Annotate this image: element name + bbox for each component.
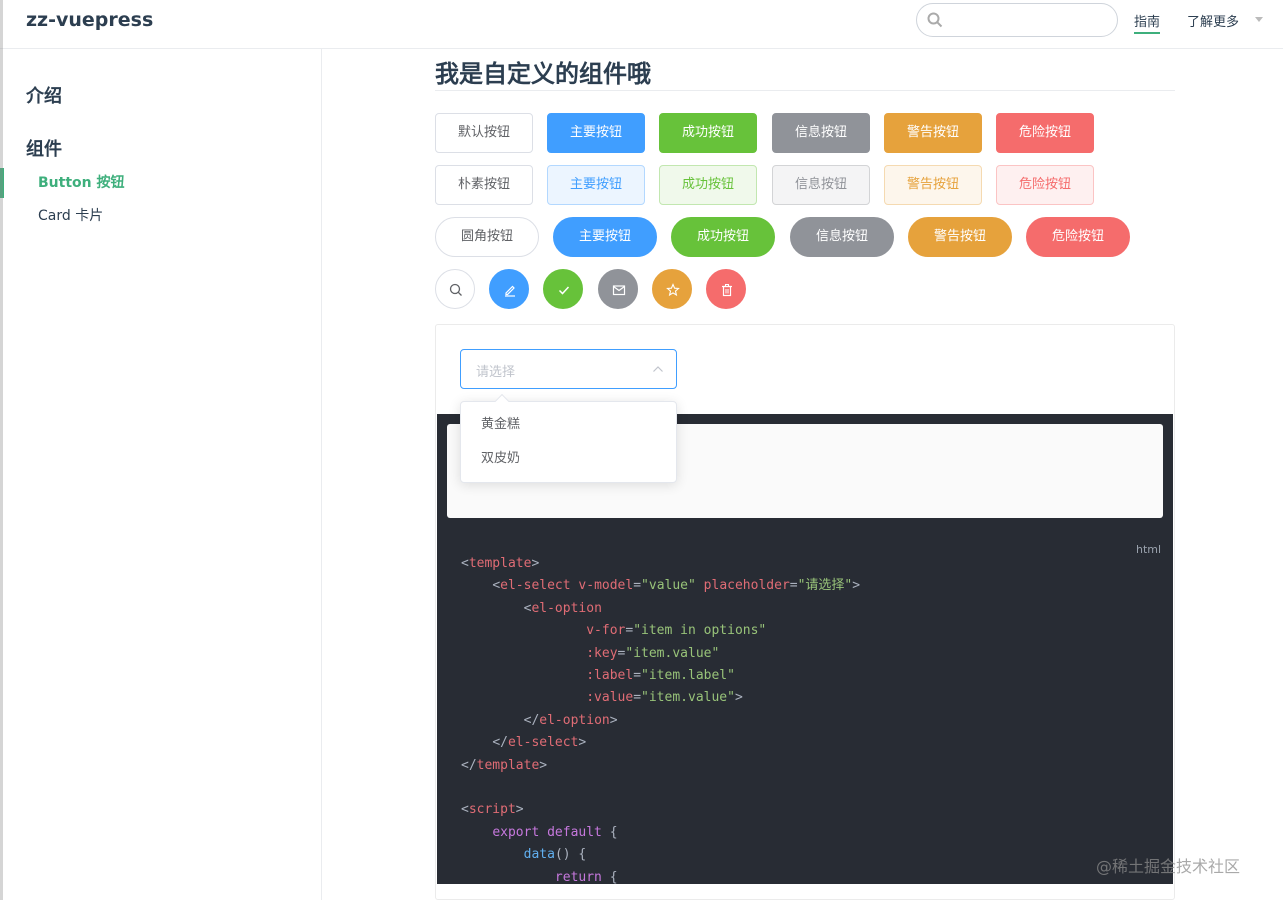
- code-line: :label="item.label": [586, 668, 735, 684]
- plain-info-button[interactable]: 信息按钮: [772, 165, 870, 205]
- site-name[interactable]: zz-vuepress: [26, 9, 153, 31]
- circle-check-button[interactable]: [543, 269, 583, 309]
- chevron-up-icon: [653, 366, 663, 372]
- sidebar-item-button[interactable]: Button 按钮: [0, 168, 320, 198]
- search-input[interactable]: [916, 3, 1118, 37]
- message-icon: [612, 285, 626, 296]
- navbar: zz-vuepress 指南 了解更多: [0, 0, 1283, 49]
- code-line: :value="item.value">: [586, 690, 743, 706]
- round-primary-button[interactable]: 主要按钮: [553, 217, 657, 257]
- circle-star-button[interactable]: [652, 269, 692, 309]
- primary-button[interactable]: 主要按钮: [547, 113, 645, 153]
- code-line: return {: [554, 869, 618, 885]
- code-line: <el-option: [523, 600, 602, 616]
- nav-link-learn-more[interactable]: 了解更多: [1187, 11, 1239, 30]
- round-danger-button[interactable]: 危险按钮: [1026, 217, 1130, 257]
- plain-success-button[interactable]: 成功按钮: [659, 165, 757, 205]
- circle-delete-button[interactable]: [706, 269, 746, 309]
- select-option[interactable]: 黄金糕: [461, 408, 676, 442]
- circle-search-button[interactable]: [435, 269, 475, 309]
- code-line: data() {: [523, 847, 587, 863]
- select-placeholder: 请选择: [476, 365, 516, 380]
- search-icon: [449, 283, 462, 296]
- select-input[interactable]: 请选择: [460, 349, 677, 389]
- code-line: :key="item.value": [586, 645, 720, 661]
- round-info-button[interactable]: 信息按钮: [790, 217, 894, 257]
- sidebar-heading-intro[interactable]: 介绍: [26, 82, 62, 108]
- plain-default-button[interactable]: 朴素按钮: [435, 165, 533, 205]
- delete-icon: [722, 284, 732, 297]
- warning-button[interactable]: 警告按钮: [884, 113, 982, 153]
- page-title: 我是自定义的组件哦: [435, 54, 1175, 91]
- search-icon: [927, 12, 943, 28]
- star-icon: [666, 283, 680, 297]
- code-line: <template>: [461, 556, 540, 571]
- danger-button[interactable]: 危险按钮: [996, 113, 1094, 153]
- code-line: </template>: [461, 757, 548, 773]
- select-dropdown: 黄金糕 双皮奶: [460, 401, 677, 483]
- edit-icon: [505, 285, 515, 297]
- round-warning-button[interactable]: 警告按钮: [908, 217, 1012, 257]
- circle-edit-button[interactable]: [489, 269, 529, 309]
- code-line: </el-select>: [492, 735, 587, 751]
- code-content: <template> <el-select v-model="value" pl…: [461, 553, 860, 889]
- plain-warning-button[interactable]: 警告按钮: [884, 165, 982, 205]
- default-button[interactable]: 默认按钮: [435, 113, 533, 153]
- round-default-button[interactable]: 圆角按钮: [435, 217, 539, 257]
- plain-danger-button[interactable]: 危险按钮: [996, 165, 1094, 205]
- nav-link-guide[interactable]: 指南: [1134, 11, 1161, 34]
- circle-message-button[interactable]: [598, 269, 638, 309]
- select-option[interactable]: 双皮奶: [461, 442, 676, 476]
- plain-primary-button[interactable]: 主要按钮: [547, 165, 645, 205]
- chevron-down-icon[interactable]: [1255, 17, 1263, 22]
- code-line: export default {: [492, 824, 618, 840]
- code-line: <script>: [461, 802, 524, 818]
- round-success-button[interactable]: 成功按钮: [671, 217, 775, 257]
- window-edge: [0, 0, 3, 900]
- sidebar-heading-components[interactable]: 组件: [26, 135, 62, 161]
- code-line: v-for="item in options": [586, 623, 767, 639]
- watermark: @稀土掘金技术社区: [1096, 857, 1241, 876]
- success-button[interactable]: 成功按钮: [659, 113, 757, 153]
- check-icon: [558, 286, 570, 295]
- code-language-label: html: [1136, 543, 1162, 556]
- sidebar-item-card[interactable]: Card 卡片: [0, 201, 320, 231]
- info-button[interactable]: 信息按钮: [772, 113, 870, 153]
- sidebar: 介绍 组件 Button 按钮 Card 卡片: [0, 49, 322, 900]
- code-line: </el-option>: [523, 712, 618, 728]
- code-line: <el-select v-model="value" placeholder="…: [492, 578, 861, 594]
